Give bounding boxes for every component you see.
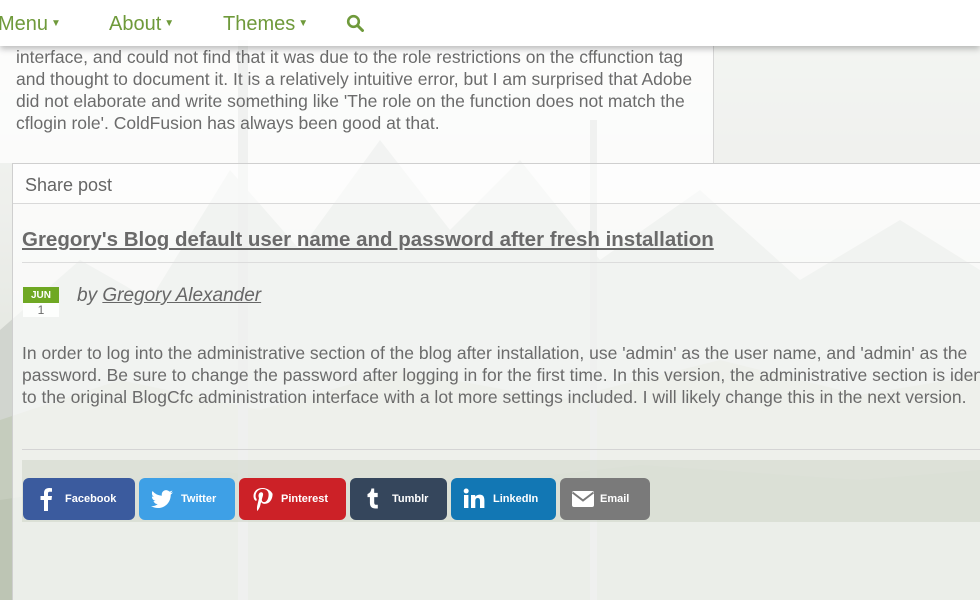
caret-down-icon: ▼ bbox=[51, 18, 61, 29]
facebook-share-button[interactable]: Facebook bbox=[23, 478, 135, 520]
caret-down-icon: ▼ bbox=[298, 18, 309, 29]
search-icon bbox=[346, 14, 364, 32]
title-divider bbox=[22, 262, 980, 263]
date-month: JUN bbox=[23, 287, 59, 303]
twitter-share-button[interactable]: Twitter bbox=[139, 478, 235, 520]
tumblr-icon bbox=[367, 488, 378, 509]
nav-menu-label: Menu bbox=[0, 13, 49, 35]
twitter-label: Twitter bbox=[181, 493, 217, 505]
nav-themes[interactable]: Themes ▼ bbox=[223, 13, 308, 36]
nav-menu[interactable]: Menu ▼ bbox=[0, 13, 61, 36]
nav-about-label: About bbox=[109, 13, 162, 35]
post-title-link[interactable]: Gregory's Blog default user name and pas… bbox=[22, 228, 714, 252]
tumblr-share-button[interactable]: Tumblr bbox=[350, 478, 447, 520]
facebook-icon bbox=[40, 488, 52, 511]
linkedin-label: LinkedIn bbox=[493, 493, 539, 505]
email-share-button[interactable]: Email bbox=[560, 478, 650, 520]
date-badge: JUN 1 bbox=[23, 287, 59, 317]
pinterest-label: Pinterest bbox=[281, 493, 329, 505]
previous-post-content: interface, and could not find that it wa… bbox=[0, 46, 714, 163]
author-link[interactable]: Gregory Alexander bbox=[102, 285, 261, 306]
nav-themes-label: Themes bbox=[223, 13, 296, 35]
linkedin-share-button[interactable]: LinkedIn bbox=[451, 478, 556, 520]
share-post-header[interactable]: Share post bbox=[13, 164, 980, 204]
post-byline: by Gregory Alexander bbox=[77, 285, 261, 307]
post-body: In order to log into the administrative … bbox=[22, 343, 980, 407]
byline-prefix: by bbox=[77, 285, 98, 306]
email-icon bbox=[571, 491, 595, 507]
tumblr-label: Tumblr bbox=[392, 493, 429, 505]
search-button[interactable] bbox=[346, 14, 364, 38]
previous-post-text: interface, and could not find that it wa… bbox=[16, 47, 693, 133]
share-post-label: Share post bbox=[25, 175, 113, 195]
nav-about[interactable]: About ▼ bbox=[109, 13, 174, 36]
email-label: Email bbox=[600, 493, 630, 505]
pinterest-share-button[interactable]: Pinterest bbox=[239, 478, 346, 520]
caret-down-icon: ▼ bbox=[164, 18, 175, 29]
linkedin-icon bbox=[463, 488, 485, 508]
pinterest-icon bbox=[253, 488, 273, 511]
top-navigation-bar: Menu ▼ About ▼ Themes ▼ bbox=[0, 0, 980, 46]
facebook-label: Facebook bbox=[65, 493, 117, 505]
post-panel: Share post Gregory's Blog default user n… bbox=[12, 163, 980, 600]
body-divider bbox=[22, 449, 980, 450]
twitter-icon bbox=[151, 490, 173, 509]
date-day: 1 bbox=[23, 303, 59, 317]
